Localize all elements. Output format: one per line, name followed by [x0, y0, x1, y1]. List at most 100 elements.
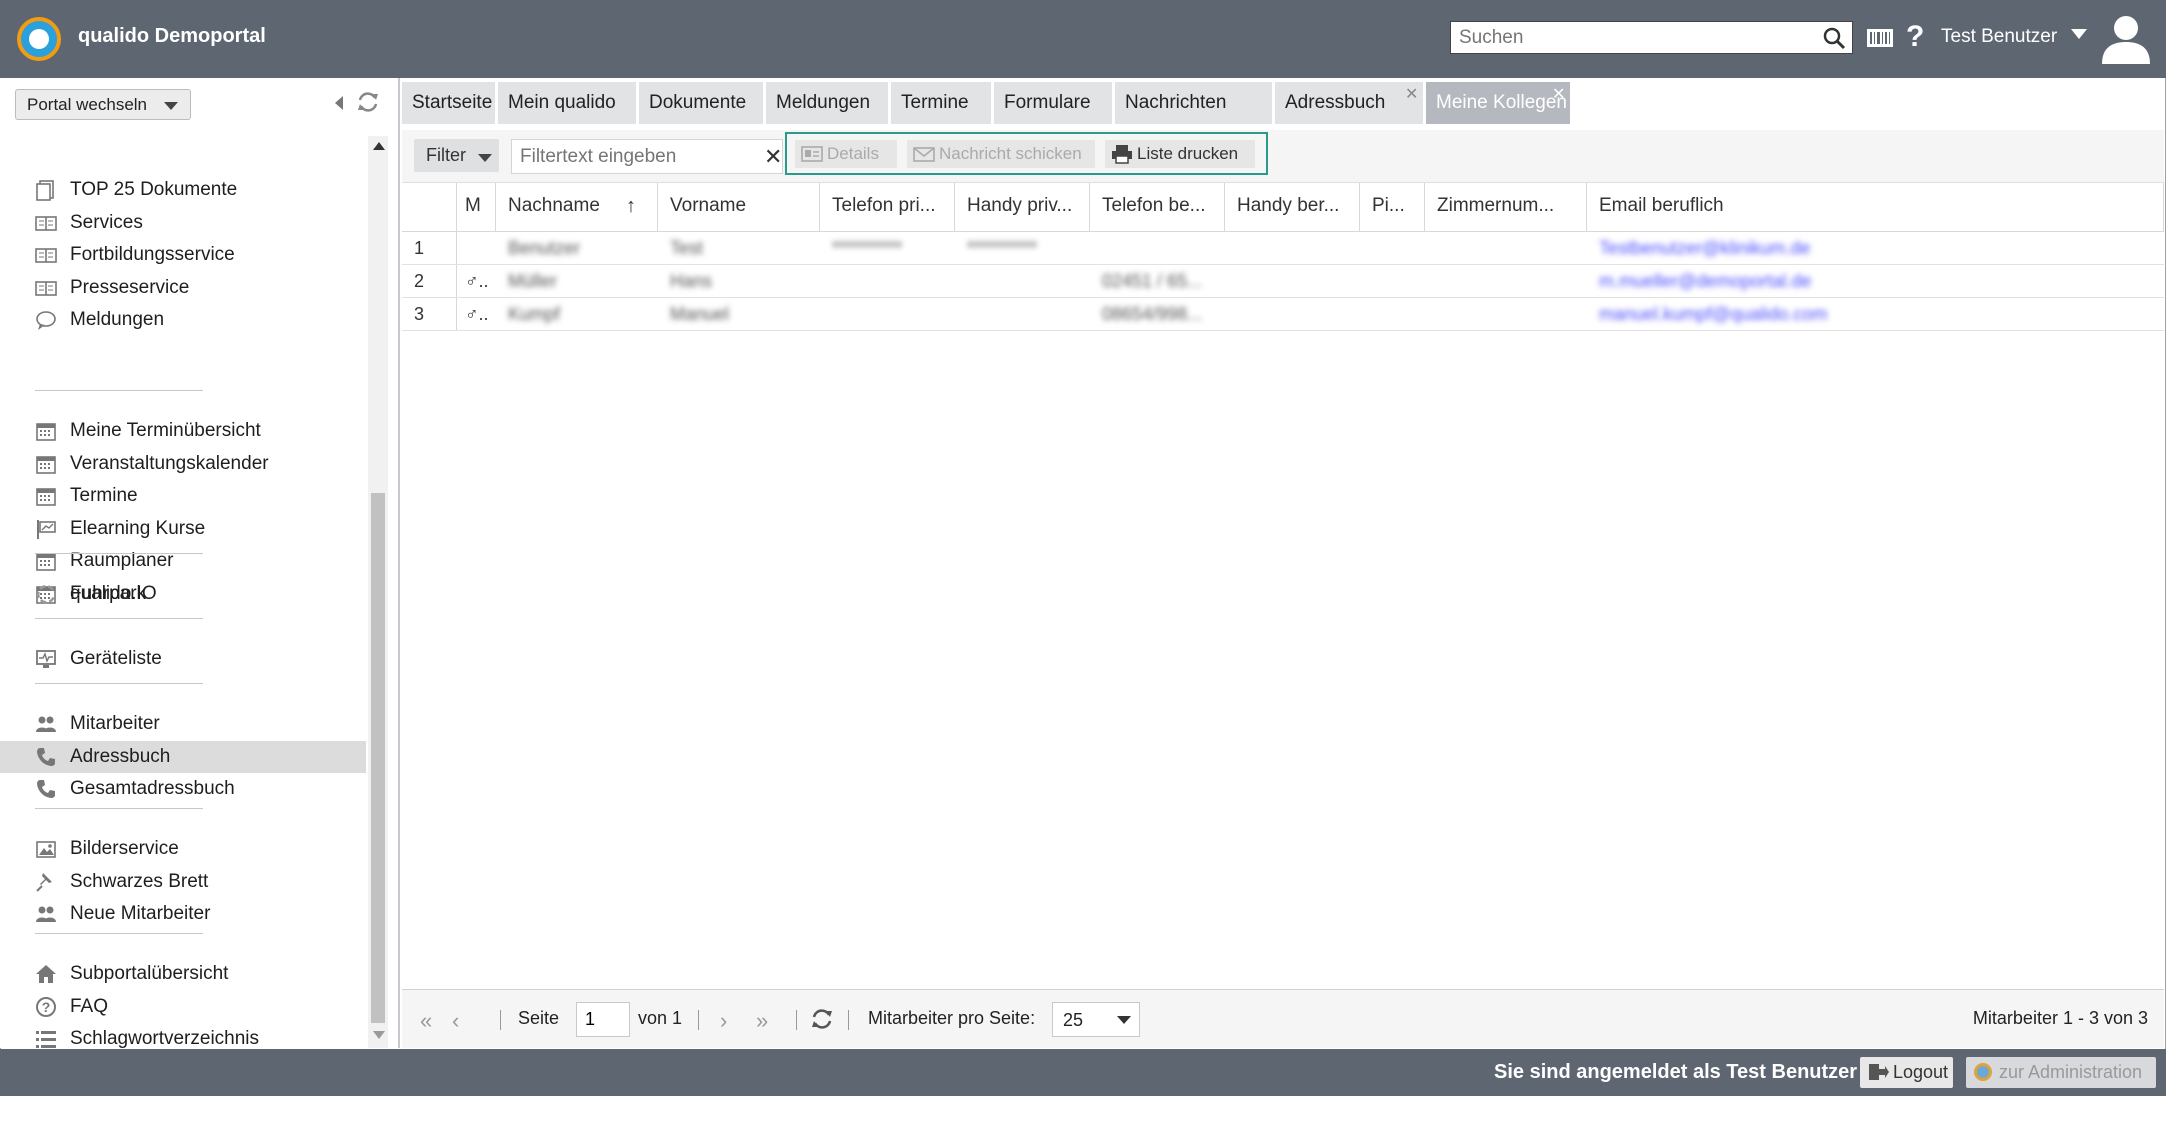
sidebar-item-label: TOP 25 Dokumente — [70, 179, 238, 200]
cell-value: 1 — [414, 238, 425, 258]
chevron-down-icon — [478, 154, 492, 162]
table-row[interactable]: 2 ♂.. Müller Hans 02451 / 65... m.mueller@dem… — [402, 265, 2164, 298]
tab-label: Adressbuch — [1285, 92, 1386, 113]
sidebar-item[interactable]: Geräteliste — [0, 643, 366, 675]
barcode-icon[interactable] — [1867, 27, 1893, 49]
first-page-icon[interactable]: « — [420, 1008, 432, 1034]
pager-divider — [500, 1010, 501, 1030]
sidebar-item[interactable]: Mitarbeiter — [0, 708, 366, 740]
send-message-button[interactable]: Nachricht schicken — [907, 140, 1095, 168]
login-status: Sie sind angemeldet als Test Benutzer — [1494, 1061, 1858, 1083]
column-header[interactable]: Handy priv... — [955, 183, 1090, 231]
sidebar-item[interactable]: Fortbildungsservice — [0, 239, 366, 271]
tab[interactable]: Mein qualido — [498, 82, 636, 124]
scroll-up-arrow-icon[interactable] — [373, 142, 385, 150]
filter-dropdown[interactable]: Filter — [414, 139, 499, 172]
print-list-button[interactable]: Liste drucken — [1105, 140, 1255, 168]
search-icon[interactable] — [1822, 26, 1846, 50]
close-tab-icon[interactable]: ✕ — [1405, 84, 1418, 104]
cell-email[interactable]: m.mueller@demoportal.de — [1587, 265, 1917, 297]
scroll-down-arrow-icon[interactable] — [373, 1031, 385, 1039]
sidebar-item-label: Adressbuch — [70, 745, 171, 767]
sidebar-item[interactable]: Schwarzes Brett — [0, 866, 366, 898]
tab[interactable]: Meldungen — [766, 82, 888, 124]
sidebar-item[interactable]: Presseservice — [0, 272, 366, 304]
avatar[interactable] — [2100, 12, 2152, 64]
tab[interactable]: Meine Kollegen ✕ — [1426, 82, 1570, 124]
tab[interactable]: Formulare — [994, 82, 1112, 124]
cell-num: 3 — [402, 298, 457, 330]
sort-ascending-icon[interactable]: ↑ — [626, 195, 636, 218]
sidebar-item[interactable]: Veranstaltungskalender — [0, 448, 366, 480]
sidebar-item[interactable]: Bilderservice — [0, 833, 366, 865]
cell-email[interactable]: Testbenutzer@klinikum.de — [1587, 232, 1917, 264]
sidebar-item[interactable]: TOP 25 Dokumente — [0, 174, 366, 206]
per-page-select[interactable]: 25 — [1052, 1002, 1140, 1037]
tab[interactable]: Adressbuch ✕ — [1275, 82, 1423, 124]
table-row[interactable]: 3 ♂.. Kumpf Manuel 08654/998... manuel.kumpf@… — [402, 298, 2164, 331]
user-menu[interactable]: Test Benutzer — [1941, 26, 2057, 48]
column-header[interactable]: Email beruflich — [1587, 183, 2164, 231]
picture-icon — [36, 841, 56, 858]
sidebar-item-label: Geräteliste — [70, 648, 162, 669]
logout-button[interactable]: Logout — [1860, 1057, 1953, 1088]
column-header[interactable]: Handy ber... — [1225, 183, 1360, 231]
column-header[interactable]: Nachname ↑ — [496, 183, 658, 231]
chevron-down-icon[interactable] — [2071, 29, 2087, 39]
cycle-icon — [36, 585, 56, 604]
sidebar-item[interactable]: Gesamtadressbuch — [0, 773, 366, 805]
sidebar-item[interactable]: ? FAQ — [0, 991, 366, 1023]
tab-label: Meldungen — [776, 92, 871, 113]
sidebar-item[interactable]: Meine Terminübersicht — [0, 415, 366, 447]
per-page-label: Mitarbeiter pro Seite: — [868, 1008, 1036, 1028]
last-page-icon[interactable]: » — [756, 1008, 768, 1034]
refresh-icon[interactable] — [356, 90, 380, 114]
column-header[interactable]: Pi... — [1360, 183, 1425, 231]
help-icon[interactable]: ? — [1906, 20, 1924, 54]
column-header[interactable]: M — [457, 183, 496, 231]
tab[interactable]: Startseite — [402, 82, 495, 124]
sidebar-item[interactable]: Elearning Kurse — [0, 513, 366, 545]
collapse-sidebar-icon[interactable] — [335, 96, 343, 110]
administration-button[interactable]: zur Administration — [1966, 1057, 2156, 1088]
details-button[interactable]: Details — [795, 140, 897, 168]
phone-icon — [37, 747, 55, 766]
sidebar-item[interactable]: Neue Mitarbeiter — [0, 898, 366, 930]
tab[interactable]: Termine — [891, 82, 991, 124]
column-header[interactable]: Vorname — [658, 183, 820, 231]
sidebar-item[interactable]: Termine — [0, 480, 366, 512]
sidebar-item[interactable]: Services — [0, 207, 366, 239]
clear-icon[interactable]: ✕ — [764, 144, 782, 170]
cell-tel-ber: 08654/998... — [1090, 298, 1225, 330]
prev-page-icon[interactable]: ‹ — [452, 1008, 459, 1034]
tab[interactable]: Dokumente — [639, 82, 763, 124]
column-header[interactable]: Telefon pri... — [820, 183, 955, 231]
reload-icon[interactable] — [810, 1007, 834, 1031]
column-header[interactable]: Zimmernum... — [1425, 183, 1587, 231]
next-page-icon[interactable]: › — [720, 1008, 727, 1034]
sidebar-item[interactable]: qualido.IO — [0, 578, 366, 610]
cell-email[interactable]: manuel.kumpf@qualido.com — [1587, 298, 1917, 330]
sidebar-item[interactable]: Adressbuch — [0, 740, 366, 773]
home-icon — [36, 965, 56, 983]
column-header-label: Handy priv... — [967, 195, 1073, 216]
sidebar-item-label: Fortbildungsservice — [70, 244, 235, 265]
cell-tel-priv: ********** — [820, 232, 955, 264]
scrollbar-thumb[interactable] — [371, 493, 385, 1023]
column-header[interactable]: Telefon be... — [1090, 183, 1225, 231]
table-row[interactable]: 1 Benutzer Test ********** ********** Testben… — [402, 232, 2164, 265]
column-header-label: Nachname — [508, 195, 600, 216]
tab[interactable]: Nachrichten — [1115, 82, 1272, 124]
page-number-input[interactable] — [577, 1003, 631, 1036]
portal-switch-dropdown[interactable]: Portal wechseln — [15, 89, 191, 120]
sidebar-item[interactable]: Subportalübersicht — [0, 958, 366, 990]
sidebar-item[interactable]: Raumplaner — [0, 545, 366, 577]
sidebar-item-label: Elearning Kurse — [70, 517, 206, 539]
filter-input[interactable] — [512, 140, 748, 173]
qualido-logo[interactable] — [17, 17, 61, 61]
sidebar-item[interactable]: Meldungen — [0, 304, 366, 336]
search-input[interactable] — [1451, 22, 1819, 53]
close-tab-icon[interactable]: ✕ — [1552, 84, 1565, 104]
cell-handy-priv — [955, 298, 1090, 330]
pager-divider — [796, 1010, 797, 1030]
